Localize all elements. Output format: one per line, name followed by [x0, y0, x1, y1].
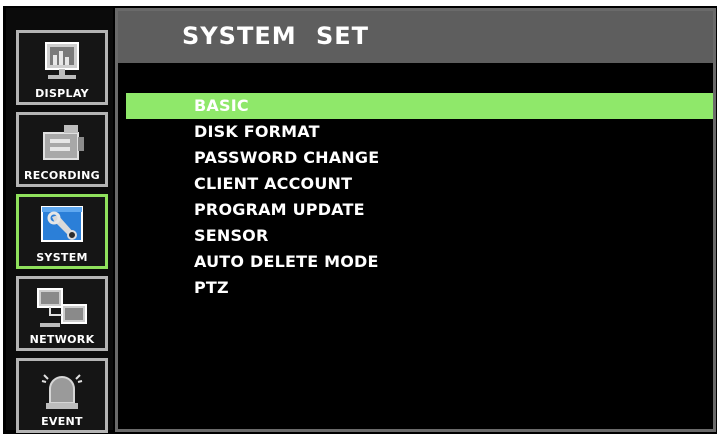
- menu-item-disk-format[interactable]: DISK FORMAT: [126, 119, 713, 145]
- menu-item-client-account[interactable]: CLIENT ACCOUNT: [126, 171, 713, 197]
- menu-item-auto-delete-mode[interactable]: AUTO DELETE MODE: [126, 249, 713, 275]
- menu-item-password-change[interactable]: PASSWORD CHANGE: [126, 145, 713, 171]
- menu-item-sensor[interactable]: SENSOR: [126, 223, 713, 249]
- menu-list: BASIC DISK FORMAT PASSWORD CHANGE CLIENT…: [126, 93, 713, 301]
- sidebar-item-label: SYSTEM: [36, 251, 88, 264]
- system-set-panel: SYSTEM SET BASIC DISK FORMAT PASSWORD CH…: [115, 8, 716, 432]
- sidebar-item-display[interactable]: DISPLAY: [16, 30, 108, 105]
- sidebar-item-recording[interactable]: RECORDING: [16, 112, 108, 187]
- sidebar-item-network[interactable]: NETWORK: [16, 276, 108, 351]
- dvr-screen: DISPLAY RECORDING SYSTEM NETWORK EVENT S…: [3, 6, 717, 434]
- sidebar-item-label: DISPLAY: [35, 87, 89, 100]
- sidebar-item-system[interactable]: SYSTEM: [16, 194, 108, 269]
- sidebar-item-event[interactable]: EVENT: [16, 358, 108, 433]
- menu-item-ptz[interactable]: PTZ: [126, 275, 713, 301]
- wrench-screen-icon: [34, 203, 90, 249]
- camera-icon: [34, 121, 90, 167]
- sidebar-item-label: NETWORK: [29, 333, 95, 346]
- alarm-light-icon: [34, 367, 90, 413]
- sidebar-item-label: EVENT: [41, 415, 83, 428]
- monitor-chart-icon: [34, 39, 90, 85]
- menu-item-program-update[interactable]: PROGRAM UPDATE: [126, 197, 713, 223]
- network-icon: [34, 285, 90, 331]
- title-bar: SYSTEM SET: [118, 11, 713, 63]
- sidebar-item-label: RECORDING: [23, 169, 101, 182]
- sidebar: DISPLAY RECORDING SYSTEM NETWORK EVENT: [6, 8, 113, 433]
- page-title: SYSTEM SET: [182, 22, 370, 50]
- menu-item-basic[interactable]: BASIC: [126, 93, 713, 119]
